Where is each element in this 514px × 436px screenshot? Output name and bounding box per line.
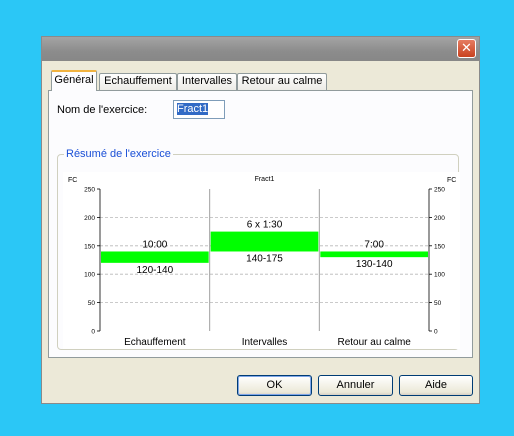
y-tick-label-right: 200 [434, 215, 445, 222]
exercise-name-field[interactable]: Fract1 [173, 100, 225, 119]
y-tick-label-left: 100 [84, 272, 95, 279]
y-tick-label-right: 50 [434, 300, 442, 307]
y-tick-label-right: 0 [434, 329, 438, 336]
range-label: 120-140 [136, 265, 173, 276]
duration-label: 10:00 [142, 239, 167, 250]
duration-label: 7:00 [364, 239, 384, 250]
chart-title: Fract1 [255, 176, 275, 183]
exercise-name-value: Fract1 [177, 103, 209, 115]
category-label: Retour au calme [337, 337, 411, 348]
category-label: Echauffement [124, 337, 186, 348]
tab-retour-au-calme[interactable]: Retour au calme [237, 73, 327, 90]
exercise-name-label: Nom de l'exercice: [57, 104, 148, 116]
tab-intervalles[interactable]: Intervalles [177, 73, 237, 90]
y-tick-label-left: 50 [88, 300, 96, 307]
tab-echauffement[interactable]: Echauffement [99, 73, 177, 90]
help-button[interactable]: Aide [399, 375, 473, 396]
category-label: Intervalles [242, 337, 288, 348]
y-tick-label-left: 0 [91, 329, 95, 336]
y-tick-label-right: 100 [434, 272, 445, 279]
y-tick-label-right: 150 [434, 243, 445, 250]
tab-general[interactable]: Général [51, 70, 97, 91]
y-tick-label-left: 150 [84, 243, 95, 250]
range-label: 130-140 [356, 259, 393, 270]
duration-label: 6 x 1:30 [247, 220, 283, 231]
range-label: 140-175 [246, 253, 283, 264]
y-tick-label-left: 200 [84, 215, 95, 222]
y-tick-label-left: 250 [84, 187, 95, 194]
cancel-button[interactable]: Annuler [318, 375, 393, 396]
title-bar[interactable]: ✕ [42, 37, 479, 61]
y-axis-label-left: FC [68, 177, 77, 184]
exercise-dialog: ✕ Général Echauffement Intervalles Retou… [41, 36, 480, 404]
close-icon[interactable]: ✕ [457, 39, 476, 58]
ok-button[interactable]: OK [237, 375, 312, 396]
y-axis-label-right: FC [447, 177, 456, 184]
bar-intervalles [210, 231, 319, 252]
bar-retour-au-calme [320, 251, 428, 258]
exercise-summary-chart: Fract1 FC FC 0 0 50 50 100 100 150 150 200 200 250 250… [63, 172, 460, 349]
bar-echauffement [101, 251, 209, 263]
summary-group-label: Résumé de l'exercice [64, 148, 173, 160]
y-tick-label-right: 250 [434, 187, 445, 194]
